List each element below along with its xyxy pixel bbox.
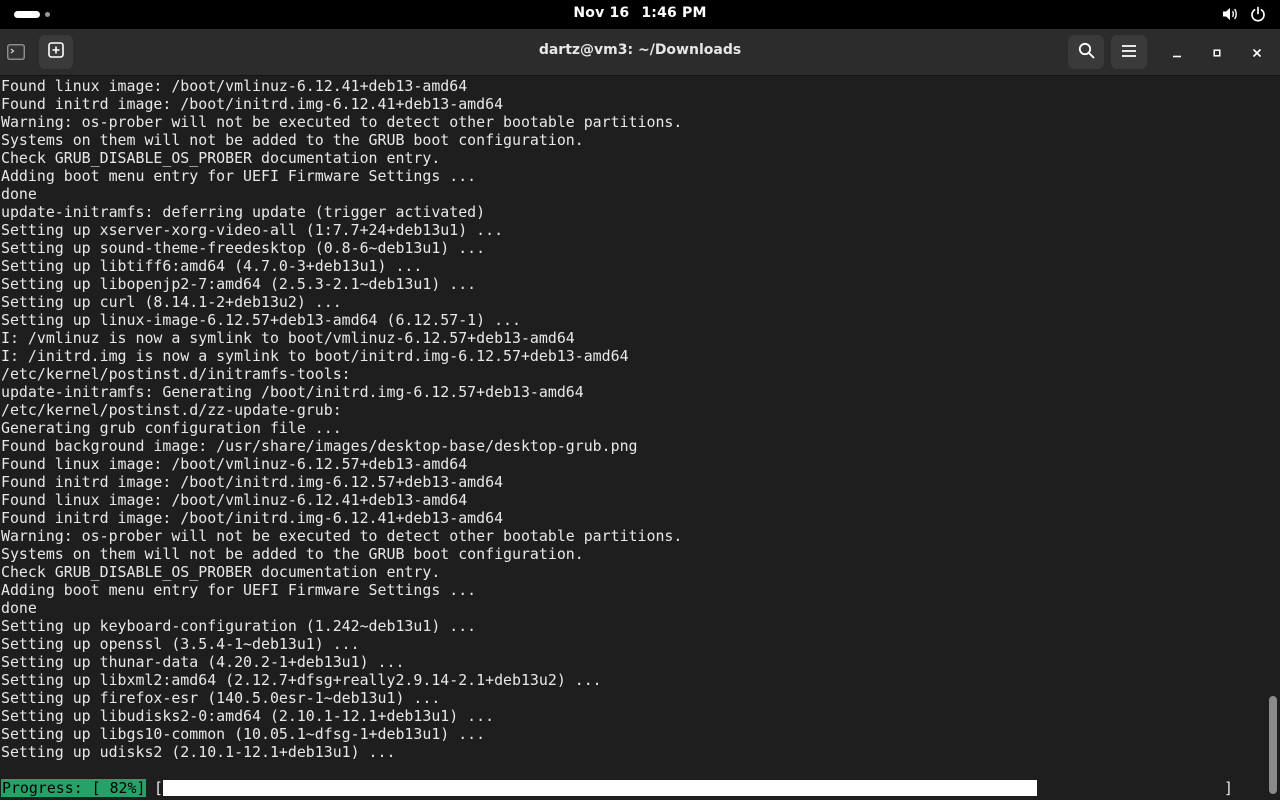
terminal-line: /etc/kernel/postinst.d/zz-update-grub: <box>1 401 342 419</box>
power-icon <box>1250 6 1266 22</box>
terminal-line: Adding boot menu entry for UEFI Firmware… <box>1 167 477 185</box>
terminal-line: Setting up udisks2 (2.10.1-12.1+deb13u1)… <box>1 743 396 761</box>
terminal-line: Found initrd image: /boot/initrd.img-6.1… <box>1 473 504 491</box>
clock-time: 1:46 PM <box>641 5 707 21</box>
terminal-line: update-initramfs: Generating /boot/initr… <box>1 383 584 401</box>
terminal-line: Found background image: /usr/share/image… <box>1 437 638 455</box>
terminal-line: Found initrd image: /boot/initrd.img-6.1… <box>1 509 504 527</box>
close-icon <box>1252 43 1262 62</box>
clock-date: Nov 16 <box>573 5 630 21</box>
maximize-icon <box>1212 43 1222 62</box>
terminal-line: Setting up curl (8.14.1-2+deb13u2) ... <box>1 293 342 311</box>
terminal-line: Check GRUB_DISABLE_OS_PROBER documentati… <box>1 563 441 581</box>
terminal-header-bar: dartz@vm3: ~/Downloads <box>0 29 1280 76</box>
progress-track <box>163 780 1219 796</box>
terminal-line: Setting up xserver-xorg-video-all (1:7.7… <box>1 221 504 239</box>
close-button[interactable] <box>1245 40 1269 64</box>
terminal-line: done <box>1 185 37 203</box>
terminal-line: Warning: os-prober will not be executed … <box>1 113 683 131</box>
progress-label: Progress: [ 82%] <box>1 779 147 797</box>
terminal-scrollbar[interactable] <box>1266 76 1280 800</box>
terminal-line: Setting up libxml2:amd64 (2.12.7+dfsg+re… <box>1 671 602 689</box>
search-icon <box>1078 42 1095 63</box>
main-menu-button[interactable] <box>1111 35 1147 69</box>
progress-open-bracket: [ <box>154 779 163 797</box>
terminal-line: Setting up linux-image-6.12.57+deb13-amd… <box>1 311 521 329</box>
terminal-line: Found initrd image: /boot/initrd.img-6.1… <box>1 95 504 113</box>
terminal-line: Adding boot menu entry for UEFI Firmware… <box>1 581 477 599</box>
minimize-icon <box>1172 43 1182 62</box>
progress-fill <box>163 780 1037 796</box>
maximize-button[interactable] <box>1205 40 1229 64</box>
terminal-line: Setting up libgs10-common (10.05.1~dfsg-… <box>1 725 486 743</box>
terminal-line: Setting up keyboard-configuration (1.242… <box>1 617 477 635</box>
terminal-line: Setting up libopenjp2-7:amd64 (2.5.3-2.1… <box>1 275 477 293</box>
scrollbar-thumb[interactable] <box>1269 696 1277 794</box>
terminal-line: Warning: os-prober will not be executed … <box>1 527 683 545</box>
terminal-line: Check GRUB_DISABLE_OS_PROBER documentati… <box>1 149 441 167</box>
terminal-line: I: /vmlinuz is now a symlink to boot/vml… <box>1 329 575 347</box>
hamburger-menu-icon <box>1121 43 1137 62</box>
terminal-line: Found linux image: /boot/vmlinuz-6.12.57… <box>1 455 468 473</box>
terminal-line: Setting up libudisks2-0:amd64 (2.10.1-12… <box>1 707 495 725</box>
terminal-line: update-initramfs: deferring update (trig… <box>1 203 486 221</box>
apt-progress-bar: Progress: [ 82%] [ ] <box>0 779 1266 797</box>
terminal-line: /etc/kernel/postinst.d/initramfs-tools: <box>1 365 351 383</box>
volume-icon <box>1222 6 1238 22</box>
terminal-line: Setting up openssl (3.5.4-1~deb13u1) ... <box>1 635 360 653</box>
terminal-line: Systems on them will not be added to the… <box>1 545 584 563</box>
terminal-line: Setting up thunar-data (4.20.2-1+deb13u1… <box>1 653 405 671</box>
clock[interactable]: Nov 16 1:46 PM <box>0 5 1280 21</box>
terminal-line: Found linux image: /boot/vmlinuz-6.12.41… <box>1 491 468 509</box>
system-top-bar: Nov 16 1:46 PM <box>0 0 1280 29</box>
search-button[interactable] <box>1068 35 1104 69</box>
minimize-button[interactable] <box>1165 40 1189 64</box>
terminal-line: Setting up sound-theme-freedesktop (0.8-… <box>1 239 486 257</box>
terminal-line: Found linux image: /boot/vmlinuz-6.12.41… <box>1 77 468 95</box>
terminal-lines: Found linux image: /boot/vmlinuz-6.12.41… <box>1 77 682 761</box>
terminal-line: done <box>1 599 37 617</box>
terminal-line: Generating grub configuration file ... <box>1 419 342 437</box>
progress-close-bracket: ] <box>1224 779 1233 797</box>
terminal-line: Systems on them will not be added to the… <box>1 131 584 149</box>
terminal-output[interactable]: Found linux image: /boot/vmlinuz-6.12.41… <box>0 76 1266 800</box>
terminal-line: Setting up firefox-esr (140.5.0esr-1~deb… <box>1 689 441 707</box>
terminal-line: Setting up libtiff6:amd64 (4.7.0-3+deb13… <box>1 257 423 275</box>
system-status-area[interactable] <box>1222 6 1266 22</box>
terminal-line: I: /initrd.img is now a symlink to boot/… <box>1 347 629 365</box>
